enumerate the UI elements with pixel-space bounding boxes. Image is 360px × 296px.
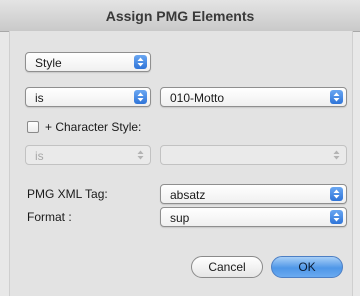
popup-arrows-icon: [330, 148, 343, 162]
xml-tag-value: absatz: [170, 188, 206, 202]
xml-tag-popup[interactable]: absatz: [160, 184, 347, 204]
char-condition-popup-label: is: [35, 149, 44, 163]
paragraph-style-popup[interactable]: 010-Motto: [160, 87, 347, 107]
condition-popup-label: is: [35, 91, 44, 105]
title-bar[interactable]: Assign PMG Elements: [0, 0, 360, 32]
popup-arrows-icon: [134, 55, 147, 69]
popup-arrows-icon: [330, 210, 343, 224]
char-style-value-popup[interactable]: [160, 145, 347, 165]
char-condition-popup[interactable]: is: [25, 145, 151, 165]
popup-arrows-icon: [134, 148, 147, 162]
window-title: Assign PMG Elements: [105, 7, 255, 24]
cancel-button[interactable]: Cancel: [191, 256, 263, 278]
format-value: sup: [170, 211, 190, 225]
paragraph-style-popup-label: 010-Motto: [170, 91, 225, 105]
character-style-label: + Character Style:: [45, 120, 142, 134]
xml-tag-label: PMG XML Tag:: [27, 187, 108, 201]
character-style-checkbox[interactable]: [27, 121, 39, 133]
popup-arrows-icon: [330, 90, 343, 104]
popup-arrows-icon: [134, 90, 147, 104]
condition-popup[interactable]: is: [25, 87, 151, 107]
style-popup[interactable]: Style: [25, 52, 151, 72]
style-popup-label: Style: [35, 56, 62, 70]
format-label: Format :: [27, 210, 72, 224]
format-popup[interactable]: sup: [160, 207, 347, 227]
dialog-window: Assign PMG Elements Style is 010-Motto +…: [0, 0, 360, 296]
ok-button[interactable]: OK: [271, 256, 343, 278]
popup-arrows-icon: [330, 187, 343, 201]
